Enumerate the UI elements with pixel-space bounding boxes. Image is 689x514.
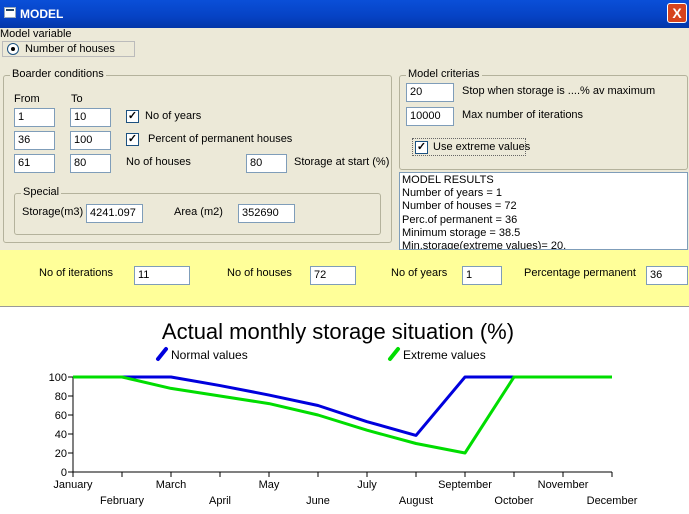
- houses-output: 72: [310, 266, 356, 285]
- x-tick-label: December: [587, 495, 638, 507]
- model-variable-label: Model variable: [0, 28, 72, 40]
- x-tick-label: March: [156, 479, 187, 491]
- houses-to-input[interactable]: 80: [70, 154, 111, 173]
- x-tick-label: January: [53, 479, 93, 491]
- houses-label: No of houses: [126, 156, 191, 168]
- results-line: Perc.of permanent = 36: [402, 213, 518, 226]
- results-line: Min.storage(extreme values)= 20.: [402, 240, 567, 250]
- percent-label: Percent of permanent houses: [148, 133, 293, 145]
- max-iterations-label: Max number of iterations: [462, 109, 584, 121]
- form-panel: Model variable Number of houses Boarder …: [0, 28, 689, 250]
- stop-percent-label: Stop when storage is ....% av maximum: [462, 85, 656, 97]
- storage-start-input[interactable]: 80: [246, 154, 287, 173]
- extreme-values-checkbox[interactable]: ✓: [415, 141, 428, 154]
- storage-chart-svg: Actual monthly storage situation (%) Nor…: [49, 319, 638, 507]
- extreme-values-option[interactable]: ✓ Use extreme values: [412, 138, 530, 156]
- legend-marker: [388, 347, 400, 361]
- to-label: To: [71, 93, 83, 105]
- results-line: Number of houses = 72: [402, 200, 517, 213]
- y-tick-label: 40: [55, 429, 67, 441]
- from-label: From: [14, 93, 40, 105]
- max-iterations-input[interactable]: 10000: [406, 107, 454, 126]
- x-tick-label: September: [438, 479, 492, 491]
- results-line: Number of years = 1: [402, 187, 502, 200]
- results-line: MODEL RESULTS: [402, 174, 494, 186]
- x-tick-label: February: [100, 495, 145, 507]
- years-label: No of years: [145, 110, 202, 122]
- y-tick-label: 20: [55, 448, 67, 460]
- percent-summary-label: Percentage permanent: [524, 267, 636, 279]
- storage-label: Storage(m3): [22, 206, 84, 218]
- close-button[interactable]: X: [667, 3, 687, 23]
- x-tick-label: May: [259, 479, 280, 491]
- percent-output: 36: [646, 266, 688, 285]
- houses-summary-label: No of houses: [227, 267, 292, 279]
- border-conditions-label: Boarder conditions: [10, 68, 106, 80]
- x-tick-label: October: [494, 495, 533, 507]
- number-of-houses-radio[interactable]: [7, 43, 19, 55]
- years-summary-label: No of years: [391, 267, 448, 279]
- x-tick-label: July: [357, 479, 377, 491]
- title-bar: MODEL X: [0, 0, 689, 28]
- legend-label: Normal values: [171, 348, 248, 362]
- y-tick-label: 0: [61, 467, 67, 479]
- houses-from-input[interactable]: 61: [14, 154, 55, 173]
- summary-bar: No of iterations 11 No of houses 72 No o…: [0, 250, 689, 306]
- y-tick-label: 100: [49, 372, 67, 384]
- special-label: Special: [21, 186, 62, 198]
- stop-percent-input[interactable]: 20: [406, 83, 454, 102]
- percent-from-input[interactable]: 36: [14, 131, 55, 150]
- years-from-input[interactable]: 1: [14, 108, 55, 127]
- results-line: Minimum storage = 38.5: [402, 226, 521, 239]
- iterations-output: 11: [134, 266, 190, 285]
- y-tick-label: 60: [55, 410, 67, 422]
- criterias-label: Model criterias: [406, 68, 482, 80]
- x-tick-label: April: [209, 495, 231, 507]
- years-to-input[interactable]: 10: [70, 108, 111, 127]
- years-checkbox[interactable]: ✓: [126, 110, 139, 123]
- legend-label: Extreme values: [403, 348, 486, 362]
- area-label: Area (m2): [174, 206, 223, 218]
- window-title: MODEL: [20, 7, 64, 21]
- area-input[interactable]: 352690: [238, 204, 295, 223]
- years-output: 1: [462, 266, 502, 285]
- x-tick-label: November: [538, 479, 589, 491]
- app-icon: [4, 7, 16, 18]
- extreme-values-label: Use extreme values: [433, 141, 531, 153]
- model-results-box: MODEL RESULTS Number of years = 1 Number…: [399, 172, 688, 250]
- x-tick-label: August: [399, 495, 433, 507]
- chart-title: Actual monthly storage situation (%): [162, 319, 514, 344]
- model-variable-option[interactable]: Number of houses: [2, 41, 135, 57]
- storage-start-label: Storage at start (%): [294, 156, 390, 168]
- number-of-houses-label: Number of houses: [25, 43, 115, 55]
- x-tick-label: June: [306, 495, 330, 507]
- y-tick-label: 80: [55, 391, 67, 403]
- storage-chart: Actual monthly storage situation (%) Nor…: [0, 306, 689, 510]
- storage-input[interactable]: 4241.097: [86, 204, 143, 223]
- legend-marker: [156, 347, 168, 361]
- iterations-label: No of iterations: [39, 267, 113, 279]
- percent-checkbox[interactable]: ✓: [126, 133, 139, 146]
- percent-to-input[interactable]: 100: [70, 131, 111, 150]
